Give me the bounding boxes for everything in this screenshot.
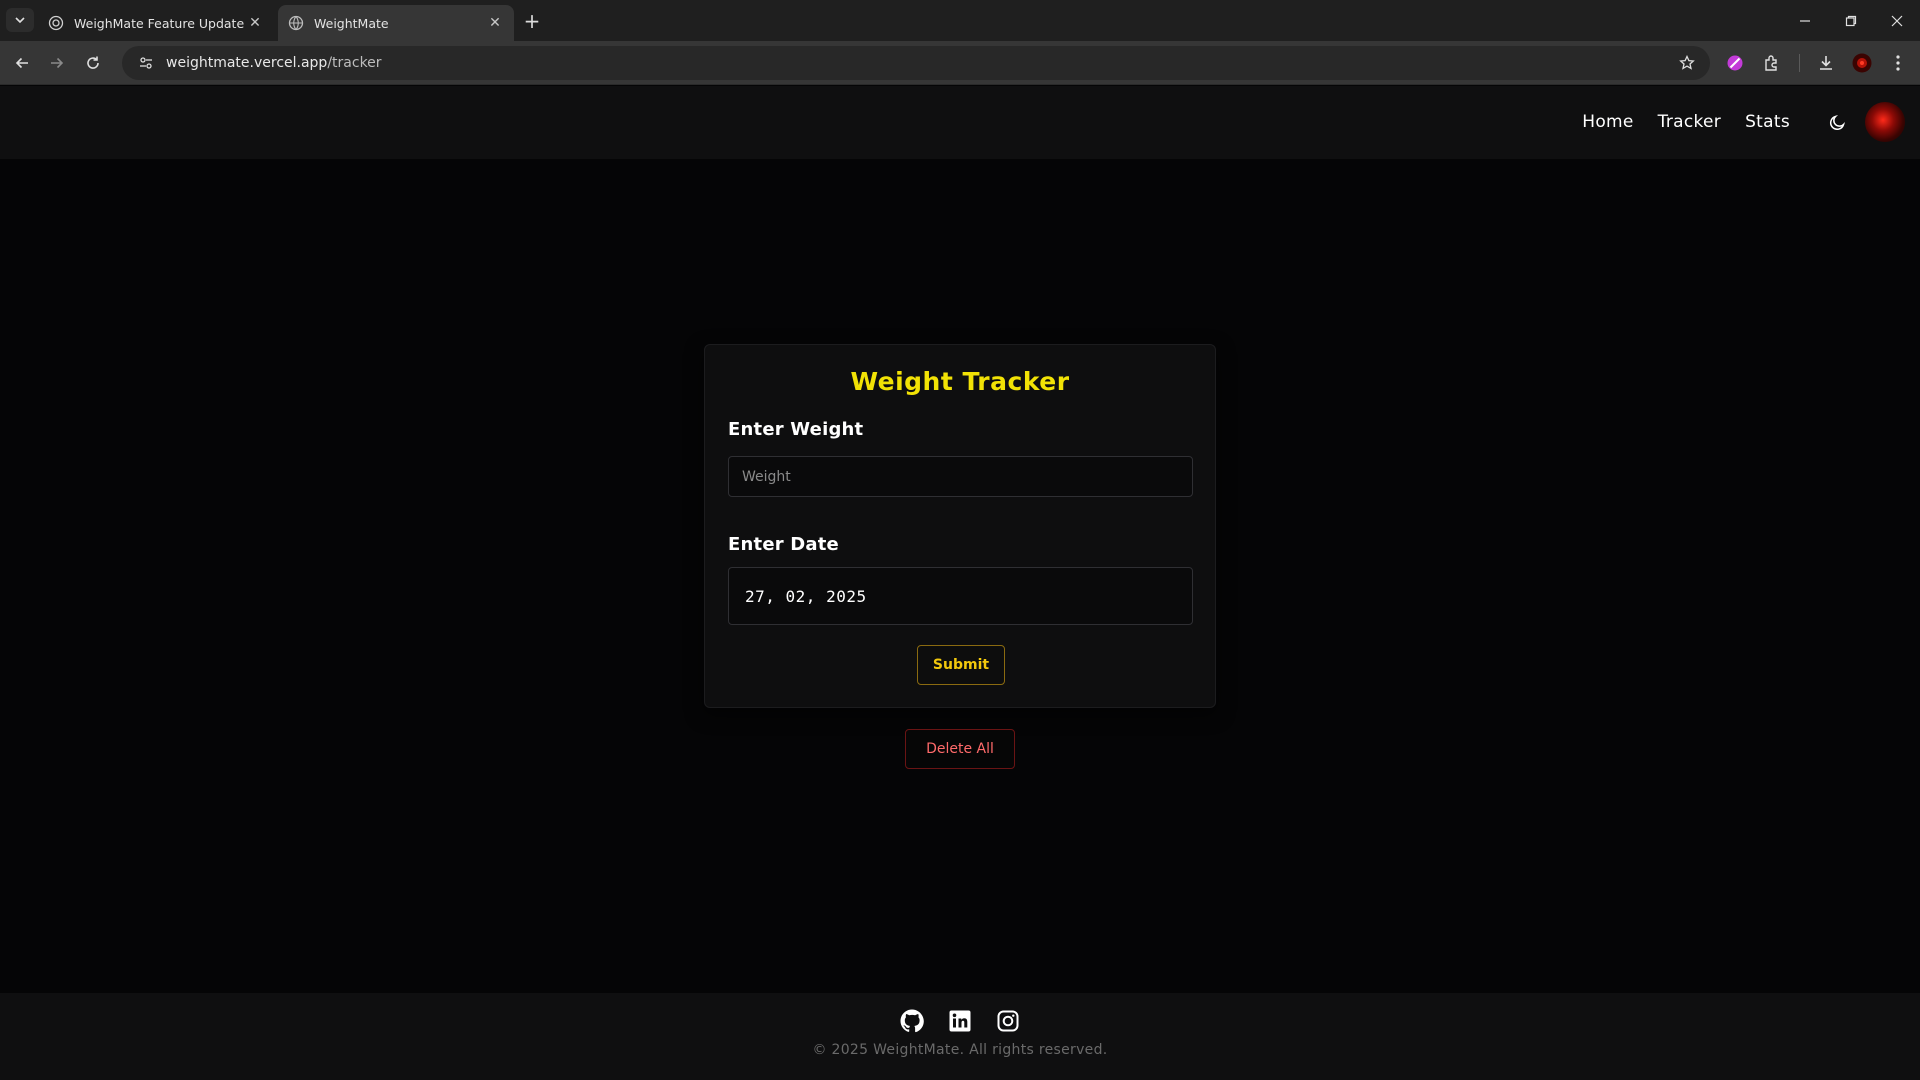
toolbar-separator [1799,54,1800,72]
chevron-down-icon [15,17,25,24]
user-avatar[interactable] [1865,102,1905,142]
github-icon[interactable] [899,1008,925,1034]
close-window-icon[interactable] [1874,0,1920,41]
url-host: weightmate.vercel.app [166,55,328,71]
browser-tab-weightmate[interactable]: WeightMate ✕ [278,5,514,41]
extensions-puzzle-icon[interactable] [1759,50,1785,76]
nav-link-home[interactable]: Home [1582,112,1633,132]
nav-link-tracker[interactable]: Tracker [1658,112,1721,132]
tab-title: WeightMate [314,15,389,31]
window-controls [1782,0,1920,41]
browser-tab-feature-update[interactable]: WeighMate Feature Update ✕ [38,5,274,41]
globe-icon [288,15,304,31]
url-path: /tracker [327,55,382,71]
copyright-text: © 2025 WeightMate. All rights reserved. [812,1042,1108,1058]
minimize-icon[interactable] [1782,0,1828,41]
close-tab-icon[interactable]: ✕ [246,14,264,32]
delete-all-button[interactable]: Delete All [905,729,1015,769]
site-info-icon[interactable] [134,51,158,75]
tab-title: WeighMate Feature Update [74,15,245,31]
card-title: Weight Tracker [850,367,1070,396]
globe-icon [48,15,64,31]
main-nav: Home Tracker Stats [1582,112,1790,132]
url-text: weightmate.vercel.app/tracker [166,55,382,71]
nav-link-stats[interactable]: Stats [1745,112,1790,132]
moon-icon[interactable] [1826,110,1850,134]
site-header: Home Tracker Stats [0,86,1920,159]
tab-search-button[interactable] [6,8,34,32]
date-input[interactable]: 27, 02, 2025 [728,567,1193,625]
restore-icon[interactable] [1828,0,1874,41]
browser-toolbar: weightmate.vercel.app/tracker [0,41,1920,85]
back-arrow-icon[interactable] [8,49,36,77]
instagram-icon[interactable] [995,1008,1021,1034]
bookmark-star-icon[interactable] [1676,52,1698,74]
submit-button[interactable]: Submit [917,645,1005,685]
reload-icon[interactable] [79,49,107,77]
download-icon[interactable] [1813,50,1839,76]
address-bar[interactable]: weightmate.vercel.app/tracker [122,46,1710,80]
weight-input[interactable] [728,456,1193,497]
linkedin-icon[interactable] [947,1008,973,1034]
weight-label: Enter Weight [728,419,864,440]
new-tab-button[interactable]: + [520,9,544,33]
kebab-menu-icon[interactable] [1885,50,1911,76]
site-footer [0,993,1920,1080]
close-tab-icon[interactable]: ✕ [486,14,504,32]
weight-tracker-card: Weight Tracker Enter Weight Enter Date 2… [704,344,1216,708]
extension-blocker-icon[interactable] [1722,50,1748,76]
date-label: Enter Date [728,534,839,555]
profile-avatar-icon[interactable] [1849,50,1875,76]
browser-tabstrip: WeighMate Feature Update ✕ WeightMate ✕ … [0,0,1920,41]
forward-arrow-icon[interactable] [43,49,71,77]
